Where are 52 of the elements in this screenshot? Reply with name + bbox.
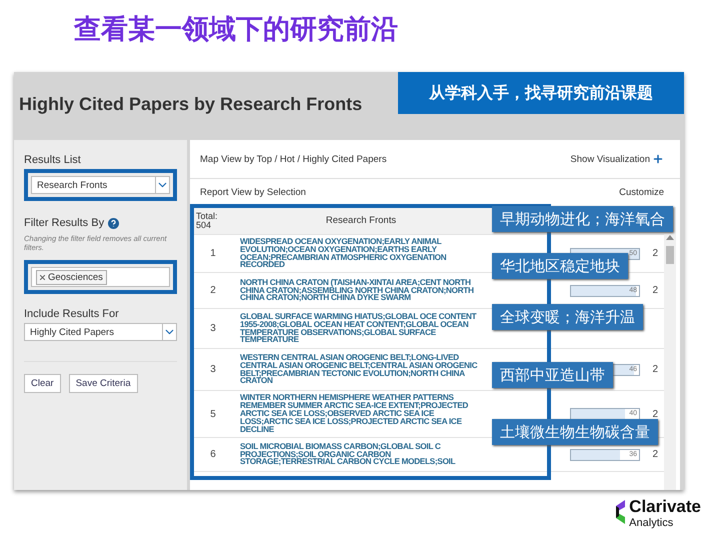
banner: 从学科入手，找寻研究前沿课题: [398, 72, 684, 114]
table-cell-text: 2: [651, 449, 658, 460]
callout-label: 西部中亚造山带: [492, 362, 613, 388]
customize-link[interactable]: Customize: [619, 186, 664, 198]
include-label: Include Results For: [24, 308, 120, 320]
total-label: Total:: [196, 212, 219, 220]
scroll-up-icon[interactable]: [666, 235, 674, 240]
map-view-label: Map View by Top / Hot / Highly Cited Papers: [200, 154, 387, 164]
scroll-thumb[interactable]: [666, 246, 674, 264]
filter-tag[interactable]: Geosciences: [36, 270, 107, 284]
plus-icon: [652, 153, 664, 165]
rank-cell-text: 6: [209, 449, 217, 460]
rank-cell-text: 1: [209, 248, 217, 259]
rank-cell-text: 3: [209, 364, 217, 375]
research-front-title[interactable]: SOIL MICROBIAL BIOMASS CARBON;GLOBAL SOIL C PROJECTIONS;SOIL ORGANIC CARBON STORAGE;TERRESTRIAL CARBON CYCLE MODELS;SOIL: [240, 442, 486, 466]
slide-heading: 查看某一领域下的研究前沿: [74, 13, 399, 47]
callout-label: 全球变暖；海洋升温: [492, 304, 643, 330]
rank-cell-text: 5: [209, 408, 217, 420]
total-count: 504: [196, 220, 212, 230]
rank-cell-text: 2: [209, 285, 217, 296]
logo-subtitle: Analytics: [629, 517, 674, 529]
results-list-label: Results List: [24, 154, 82, 166]
include-dropdown[interactable]: Highly Cited Papers: [24, 323, 177, 341]
sidebar-button[interactable]: Clear: [24, 374, 61, 393]
logo-icon: [616, 500, 626, 524]
rank-cell-text: 3: [209, 323, 217, 334]
filter-label: Filter Results By: [24, 217, 104, 229]
research-front-title[interactable]: WESTERN CENTRAL ASIAN OROGENIC BELT;LONG-LIVED CENTRAL ASIAN OROGENIC BELT;CENTRAL ASIAN OROGENIC BELT;PRECAMBRIAN TECTONIC EVOLUTION;NORTH CHINA CRATON: [240, 354, 486, 386]
callout-label: 华北地区稳定地块: [492, 253, 628, 279]
results-list-dropdown[interactable]: Research Fronts: [31, 176, 170, 194]
table-cell-text: 2: [651, 364, 658, 375]
table-cell-text: 2: [651, 248, 658, 259]
help-icon[interactable]: [108, 218, 120, 228]
table-cell-text: 2: [651, 408, 658, 420]
report-title: Highly Cited Papers by Research Fronts: [19, 94, 362, 115]
report-view-label: Report View by Selection: [200, 186, 306, 198]
chevron-down-icon: [155, 177, 169, 193]
chevron-down-icon: [162, 324, 176, 340]
callout-label: 土壤微生物生物碳含量: [492, 419, 658, 445]
research-front-title[interactable]: GLOBAL SURFACE WARMING HIATUS;GLOBAL OCE CONTENT 1955-2008;GLOBAL OCEAN HEAT CONTENT;GLOBAL OCEAN TEMPERATURE OBSERVATIONS;GLOBAL SURFACE TEMPERATURE: [240, 312, 486, 344]
research-front-title[interactable]: NORTH CHINA CRATON (TAISHAN-XINTAI AREA;CENT NORTH CHINA CRATON;ASSEMBLING NORTH CHINA CRATON;NORTH CHINA CRATON;NORTH CHINA DYKE SWARM: [240, 278, 486, 302]
sidebar-button[interactable]: Save Criteria: [68, 374, 138, 393]
remove-icon[interactable]: [40, 274, 45, 280]
filter-field[interactable]: Geosciences: [31, 267, 170, 287]
logo-name: Clarivate: [629, 498, 701, 515]
show-visualization-link[interactable]: Show Visualization: [570, 153, 664, 165]
research-front-title[interactable]: WINTER NORTHERN HEMISPHERE WEATHER PATTERNS REMEMBER SUMMER ARCTIC SEA-ICE EXTENT;PROJECTED ARCTIC SEA ICE LOSS;OBSERVED ARCTIC SEA ICE LOSS;ARCTIC SEA ICE LOSS;PROJECTED ARCTIC SEA ICE DECLINE: [240, 394, 486, 434]
column-header: Research Fronts: [324, 215, 398, 226]
research-front-title[interactable]: WIDESPREAD OCEAN OXYGENATION;EARLY ANIMAL EVOLUTION;OCEAN OXYGENATION;EARTHS EARLY OCEAN;PRECAMBRIAN ATMOSPHERIC OXYGENATION RECORDED: [240, 238, 486, 270]
callout-label: 早期动物进化；海洋氧合: [492, 206, 673, 232]
table-cell-text: 2: [651, 285, 658, 296]
scrollbar[interactable]: [664, 207, 676, 490]
